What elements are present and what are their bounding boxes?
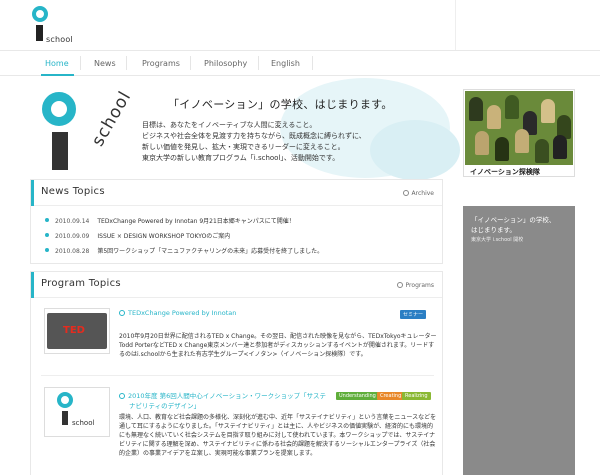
news-text: 第5回ワークショップ「マニュファクチャリングの未来」応募受付を終了しました。 bbox=[97, 248, 324, 255]
news-text: ISSUE × DESIGN WORKSHOP TOKYOのご案内 bbox=[97, 233, 231, 240]
promo-subline: 東京大学 i.school 開校 bbox=[471, 237, 524, 243]
hero-title: 「イノベーション」の学校、はじまります。 bbox=[168, 98, 393, 111]
programs-link-label: Programs bbox=[405, 282, 434, 289]
program-tag: セミナー bbox=[400, 310, 427, 319]
banner-label: イノベーション探検隊 bbox=[470, 168, 540, 176]
figure-shape bbox=[553, 135, 567, 159]
program-description: 環境、人口、教育など社会課題の多様化、深刻化が進む中、近年「サステイナビリティ」… bbox=[119, 414, 437, 457]
circle-arrow-icon bbox=[119, 393, 125, 399]
nav-programs[interactable]: Programs bbox=[142, 59, 180, 68]
nav-separator bbox=[258, 56, 259, 70]
program-title: TEDxChange Powered by Innotan bbox=[128, 309, 237, 317]
promo-line: はじまります。 bbox=[471, 226, 516, 234]
logo-text: school bbox=[46, 35, 73, 44]
program-title: 2010年度 第6回人間中心イノベーション・ワークショップ「サステ bbox=[128, 392, 326, 400]
hero-section: school 「イノベーション」の学校、はじまります。 目標は、あなたをイノベー… bbox=[30, 78, 460, 180]
figure-shape bbox=[505, 95, 519, 119]
bullet-icon bbox=[45, 218, 49, 222]
news-text: TEDxChange Powered by Innotan 9月21日本郷キャン… bbox=[97, 218, 295, 225]
bullet-icon bbox=[45, 233, 49, 237]
news-topics-panel: News Topics Archive 2010.09.14 TEDxChange… bbox=[30, 179, 443, 264]
nav-philosophy[interactable]: Philosophy bbox=[204, 59, 247, 68]
programs-link[interactable]: Programs bbox=[396, 282, 434, 289]
archive-link[interactable]: Archive bbox=[402, 190, 434, 197]
program-thumbnail[interactable]: TED bbox=[44, 308, 110, 354]
news-item[interactable]: 2010.09.09 ISSUE × DESIGN WORKSHOP TOKYOの… bbox=[45, 231, 230, 240]
main-nav: Home News Programs Philosophy English bbox=[0, 50, 600, 76]
promo-line: 「イノベーション」の学校、 bbox=[471, 216, 556, 224]
news-item[interactable]: 2010.09.14 TEDxChange Powered by Innotan … bbox=[45, 216, 295, 225]
program-description: 2010年9月20日世界に配信されるTED x Change。その翌日、配信され… bbox=[119, 333, 437, 358]
program-topics-title: Program Topics bbox=[41, 278, 121, 289]
hero-text-line: 新しい価値を発見し、拡大・実現できるリーダーに変えること。 bbox=[142, 143, 345, 151]
panel-accent-bar bbox=[31, 272, 34, 298]
ted-logo-text: TED bbox=[63, 325, 85, 336]
program-tag: Creating bbox=[377, 392, 405, 400]
program-topics-header: Program Topics Programs bbox=[31, 272, 442, 298]
hero-text-line: 目標は、あなたをイノベーティブな人間に変えること。 bbox=[142, 121, 317, 129]
program-tag: Realizing bbox=[402, 392, 431, 400]
program-topics-panel: Program Topics Programs TED TEDxChange P… bbox=[30, 271, 443, 475]
news-topics-header: News Topics Archive bbox=[31, 180, 442, 206]
figure-shape bbox=[515, 129, 529, 153]
program-title-link[interactable]: TEDxChange Powered by Innotan bbox=[119, 309, 236, 317]
bullet-icon bbox=[45, 248, 49, 252]
nav-separator bbox=[190, 56, 191, 70]
nav-news[interactable]: News bbox=[94, 59, 116, 68]
news-date: 2010.09.09 bbox=[55, 233, 90, 240]
school-logo-text: school bbox=[72, 419, 95, 427]
program-tag: Understanding bbox=[336, 392, 379, 400]
sidebar-promo[interactable]: 「イノベーション」の学校、 はじまります。 東京大学 i.school 開校 bbox=[463, 206, 575, 475]
nav-separator bbox=[80, 56, 81, 70]
circle-arrow-icon bbox=[396, 282, 403, 288]
hero-text-line: ビジネスや社会全体を見渡す力を持ちながら、既成概念に縛られずに、 bbox=[142, 132, 366, 140]
hero-background-shape bbox=[370, 120, 460, 180]
news-item[interactable]: 2010.08.28 第5回ワークショップ「マニュファクチャリングの未来」応募受付… bbox=[45, 246, 323, 255]
nav-separator bbox=[312, 56, 313, 70]
circle-arrow-icon bbox=[119, 310, 125, 316]
logo-bar-icon bbox=[36, 25, 43, 41]
figure-shape bbox=[495, 137, 509, 161]
school-logo-bar-icon bbox=[62, 411, 68, 425]
hero-text-line: 東京大学の新しい教育プログラム「i.school」、活動開始です。 bbox=[142, 154, 340, 162]
logo-ring-icon bbox=[32, 6, 48, 22]
figure-shape bbox=[469, 97, 483, 121]
program-thumbnail[interactable]: school bbox=[44, 387, 110, 437]
nav-active-underline bbox=[41, 74, 74, 76]
figure-shape bbox=[541, 99, 555, 123]
news-date: 2010.08.28 bbox=[55, 248, 90, 255]
school-logo-ring-icon bbox=[57, 392, 73, 408]
news-topics-title: News Topics bbox=[41, 186, 105, 197]
panel-accent-bar bbox=[31, 180, 34, 206]
circle-arrow-icon bbox=[402, 190, 409, 196]
figure-shape bbox=[487, 105, 501, 129]
nav-english[interactable]: English bbox=[271, 59, 300, 68]
archive-link-label: Archive bbox=[411, 190, 434, 197]
hero-logo-ring-icon bbox=[42, 92, 76, 126]
figure-shape bbox=[535, 139, 549, 163]
banner-image bbox=[465, 91, 573, 165]
program-title-continued[interactable]: ナビリティのデザイン」 bbox=[129, 400, 200, 410]
nav-separator bbox=[126, 56, 127, 70]
figure-shape bbox=[475, 131, 489, 155]
site-header: school bbox=[0, 0, 600, 50]
header-right-area bbox=[455, 0, 600, 50]
news-date: 2010.09.14 bbox=[55, 218, 90, 225]
hero-logo-bar-icon bbox=[52, 132, 68, 170]
hero-logo-text: school bbox=[88, 87, 136, 150]
nav-home[interactable]: Home bbox=[45, 59, 69, 68]
innotan-banner[interactable]: イノベーション探検隊 bbox=[463, 89, 575, 177]
program-title-link[interactable]: 2010年度 第6回人間中心イノベーション・ワークショップ「サステ bbox=[119, 390, 326, 400]
program-divider bbox=[41, 375, 434, 376]
site-logo[interactable]: school bbox=[32, 6, 76, 46]
